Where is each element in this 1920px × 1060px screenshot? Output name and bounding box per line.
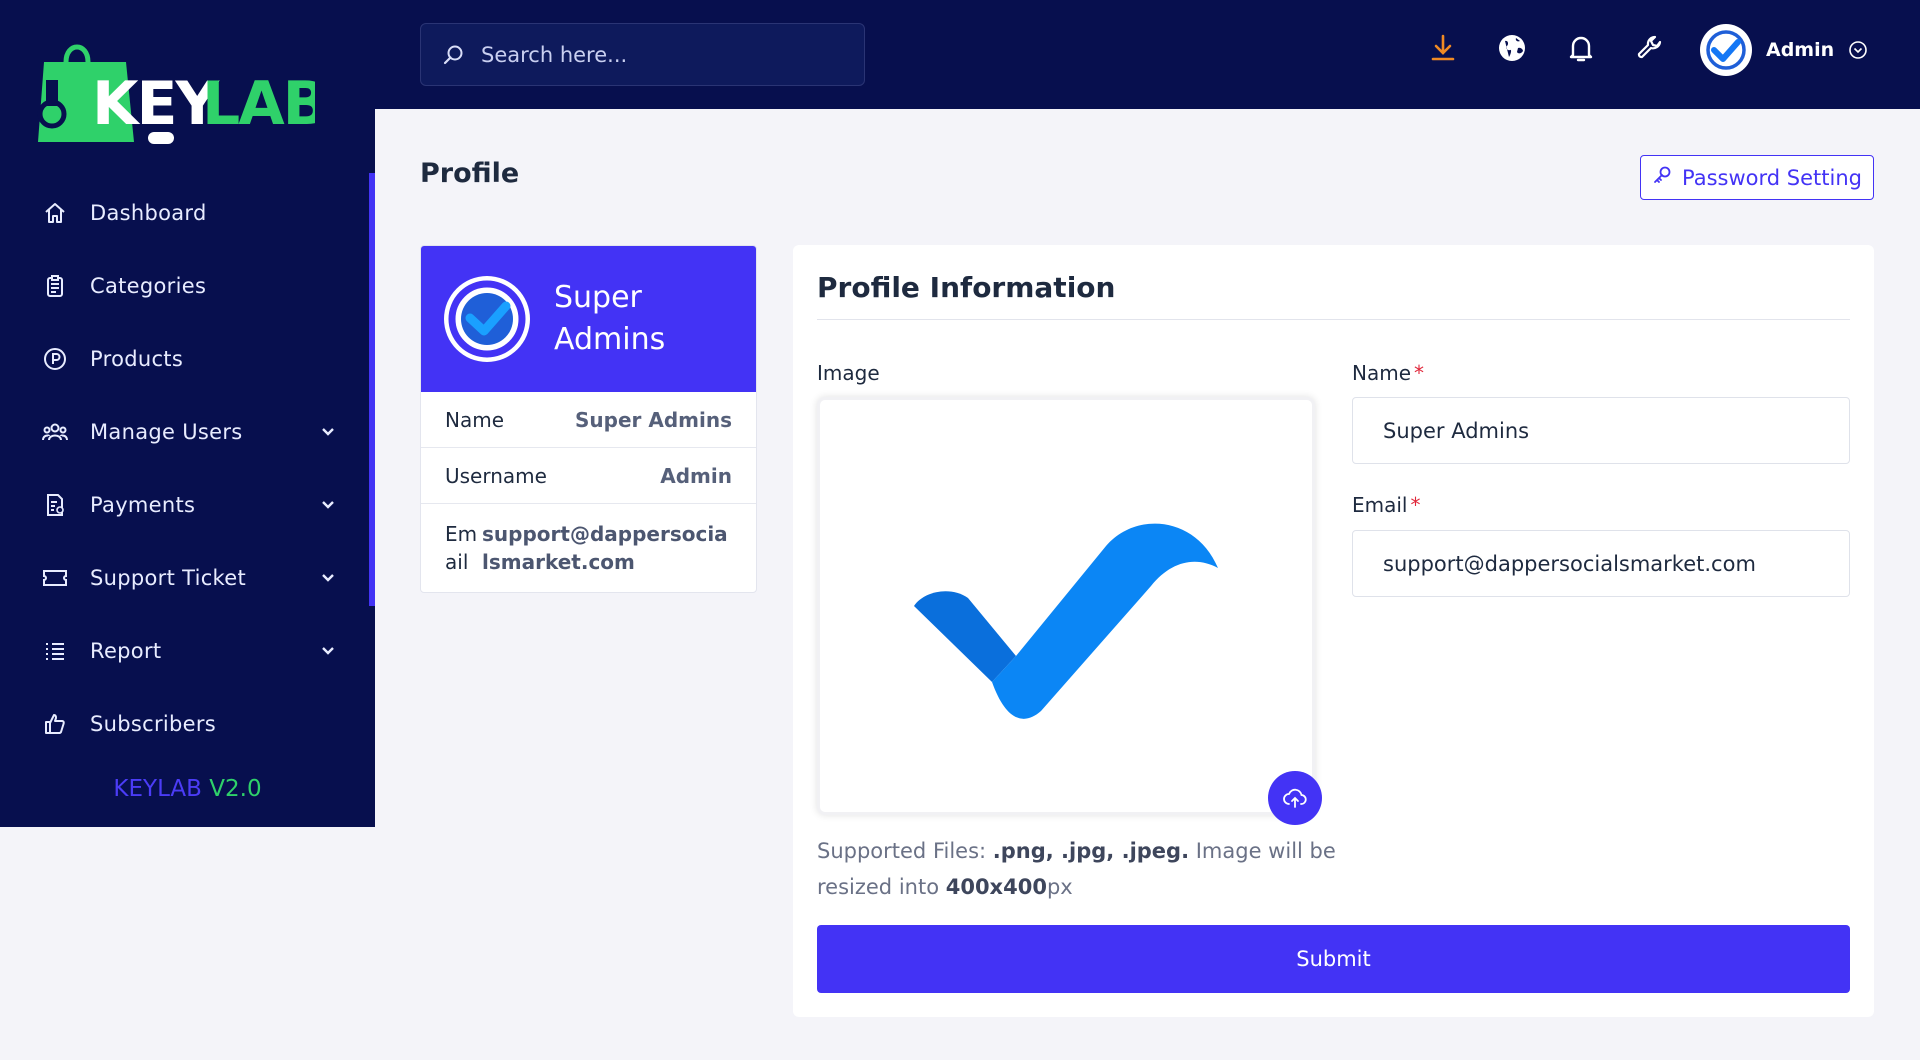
keylab-logo[interactable]: KEY LAB	[30, 28, 328, 148]
sidebar-item-label: Manage Users	[90, 419, 243, 444]
checkmark-icon	[1706, 30, 1746, 70]
search-box[interactable]	[420, 23, 865, 86]
thumbs-up-icon	[42, 711, 68, 737]
profile-information-card: Profile Information Image Supported File…	[793, 245, 1874, 1017]
password-setting-button[interactable]: Password Setting	[1640, 155, 1874, 200]
search-input[interactable]	[481, 42, 841, 67]
hint-prefix: Supported Files:	[817, 839, 993, 863]
email-label: Email *	[1352, 493, 1421, 517]
image-label-text: Image	[817, 361, 880, 385]
wrench-icon[interactable]	[1634, 32, 1666, 64]
divider	[817, 319, 1850, 320]
user-name: Admin	[1766, 39, 1835, 61]
required-mark: *	[1410, 493, 1421, 517]
sidebar-item-categories[interactable]: Categories	[0, 249, 375, 322]
profile-card-header: Super Admins	[421, 246, 756, 392]
section-title: Profile Information	[817, 271, 1116, 304]
logo-mark: KEY LAB	[37, 44, 328, 144]
invoice-icon	[42, 492, 68, 518]
sidebar-item-dashboard[interactable]: Dashboard	[0, 176, 375, 249]
sidebar-item-payments[interactable]: Payments	[0, 468, 375, 541]
email-label-text: Email	[1352, 493, 1408, 517]
user-menu[interactable]: Admin	[1700, 24, 1868, 76]
sidebar-item-label: Categories	[90, 273, 207, 298]
required-mark: *	[1414, 361, 1425, 385]
chevron-down-icon	[319, 569, 337, 587]
submit-button[interactable]: Submit	[817, 925, 1850, 993]
sidebar: KEY LAB Dashboard Categories Products Ma…	[0, 0, 375, 827]
sidebar-item-label: Dashboard	[90, 200, 207, 225]
sidebar-item-label: Report	[90, 638, 162, 663]
image-label: Image	[817, 361, 880, 385]
upload-image-button[interactable]	[1268, 771, 1322, 825]
avatar	[1700, 24, 1752, 76]
globe-icon[interactable]	[1496, 32, 1528, 64]
profile-row-name: Name Super Admins	[421, 392, 756, 448]
svg-text:LAB: LAB	[202, 69, 315, 139]
sidebar-item-label: Subscribers	[90, 711, 217, 736]
download-icon[interactable]	[1427, 32, 1459, 64]
name-label: Name *	[1352, 361, 1424, 385]
sidebar-item-subscribers[interactable]: Subscribers	[0, 687, 375, 760]
profile-row-value: support@dappersocialsmarket.com	[482, 522, 728, 574]
clipboard-icon	[42, 273, 68, 299]
app-version: KEYLAB V2.0	[0, 776, 375, 802]
email-field[interactable]	[1352, 530, 1850, 597]
avatar	[444, 276, 530, 362]
key-icon	[1652, 165, 1672, 190]
bell-icon[interactable]	[1565, 32, 1597, 64]
sidebar-item-label: Payments	[90, 492, 196, 517]
page-title: Profile	[420, 158, 520, 189]
profile-row-username: Username Admin	[421, 448, 756, 504]
chevron-down-icon	[319, 423, 337, 441]
profile-row-label: Username	[445, 463, 547, 488]
ticket-icon	[42, 565, 68, 591]
checkmark-icon	[448, 280, 526, 358]
hint-suffix: px	[1046, 875, 1073, 899]
list-icon	[42, 638, 68, 664]
sidebar-item-label: Support Ticket	[90, 565, 247, 590]
cloud-upload-icon	[1283, 788, 1307, 808]
version-number: V2.0	[209, 776, 262, 802]
users-icon	[42, 419, 68, 445]
profile-row-label: Email	[445, 522, 478, 574]
name-field[interactable]	[1352, 397, 1850, 464]
sidebar-item-products[interactable]: Products	[0, 322, 375, 395]
hint-files: .png, .jpg, .jpeg.	[992, 839, 1190, 863]
hint-size: 400x400	[945, 875, 1047, 899]
home-icon	[42, 200, 68, 226]
sidebar-item-manage-users[interactable]: Manage Users	[0, 395, 375, 468]
sidebar-item-support-ticket[interactable]: Support Ticket	[0, 541, 375, 614]
image-upload-hint: Supported Files: .png, .jpg, .jpeg. Imag…	[817, 833, 1347, 905]
search-icon	[443, 44, 465, 66]
sidebar-nav: Dashboard Categories Products Manage Use…	[0, 176, 375, 760]
password-setting-label: Password Setting	[1682, 165, 1862, 190]
chevron-down-icon	[319, 496, 337, 514]
sidebar-scrollbar[interactable]	[369, 173, 375, 606]
sidebar-item-report[interactable]: Report	[0, 614, 375, 687]
sidebar-item-label: Products	[90, 346, 184, 371]
version-brand: KEYLAB	[113, 776, 202, 802]
chevron-down-icon	[319, 642, 337, 660]
p-circle-icon	[42, 346, 68, 372]
profile-summary-card: Super Admins Name Super Admins Username …	[420, 245, 757, 593]
profile-display-name: Super Admins	[554, 280, 666, 357]
profile-row-email: Email support@dappersocialsmarket.com	[421, 504, 756, 592]
top-bar: Admin	[375, 0, 1920, 109]
profile-row-label: Name	[445, 407, 505, 432]
image-preview[interactable]	[817, 397, 1315, 815]
checkmark-logo-image	[914, 523, 1218, 719]
profile-row-value: Super Admins	[575, 407, 732, 432]
profile-row-value: Admin	[660, 463, 732, 488]
name-label-text: Name	[1352, 361, 1412, 385]
chevron-down-circle-icon	[1848, 40, 1868, 60]
